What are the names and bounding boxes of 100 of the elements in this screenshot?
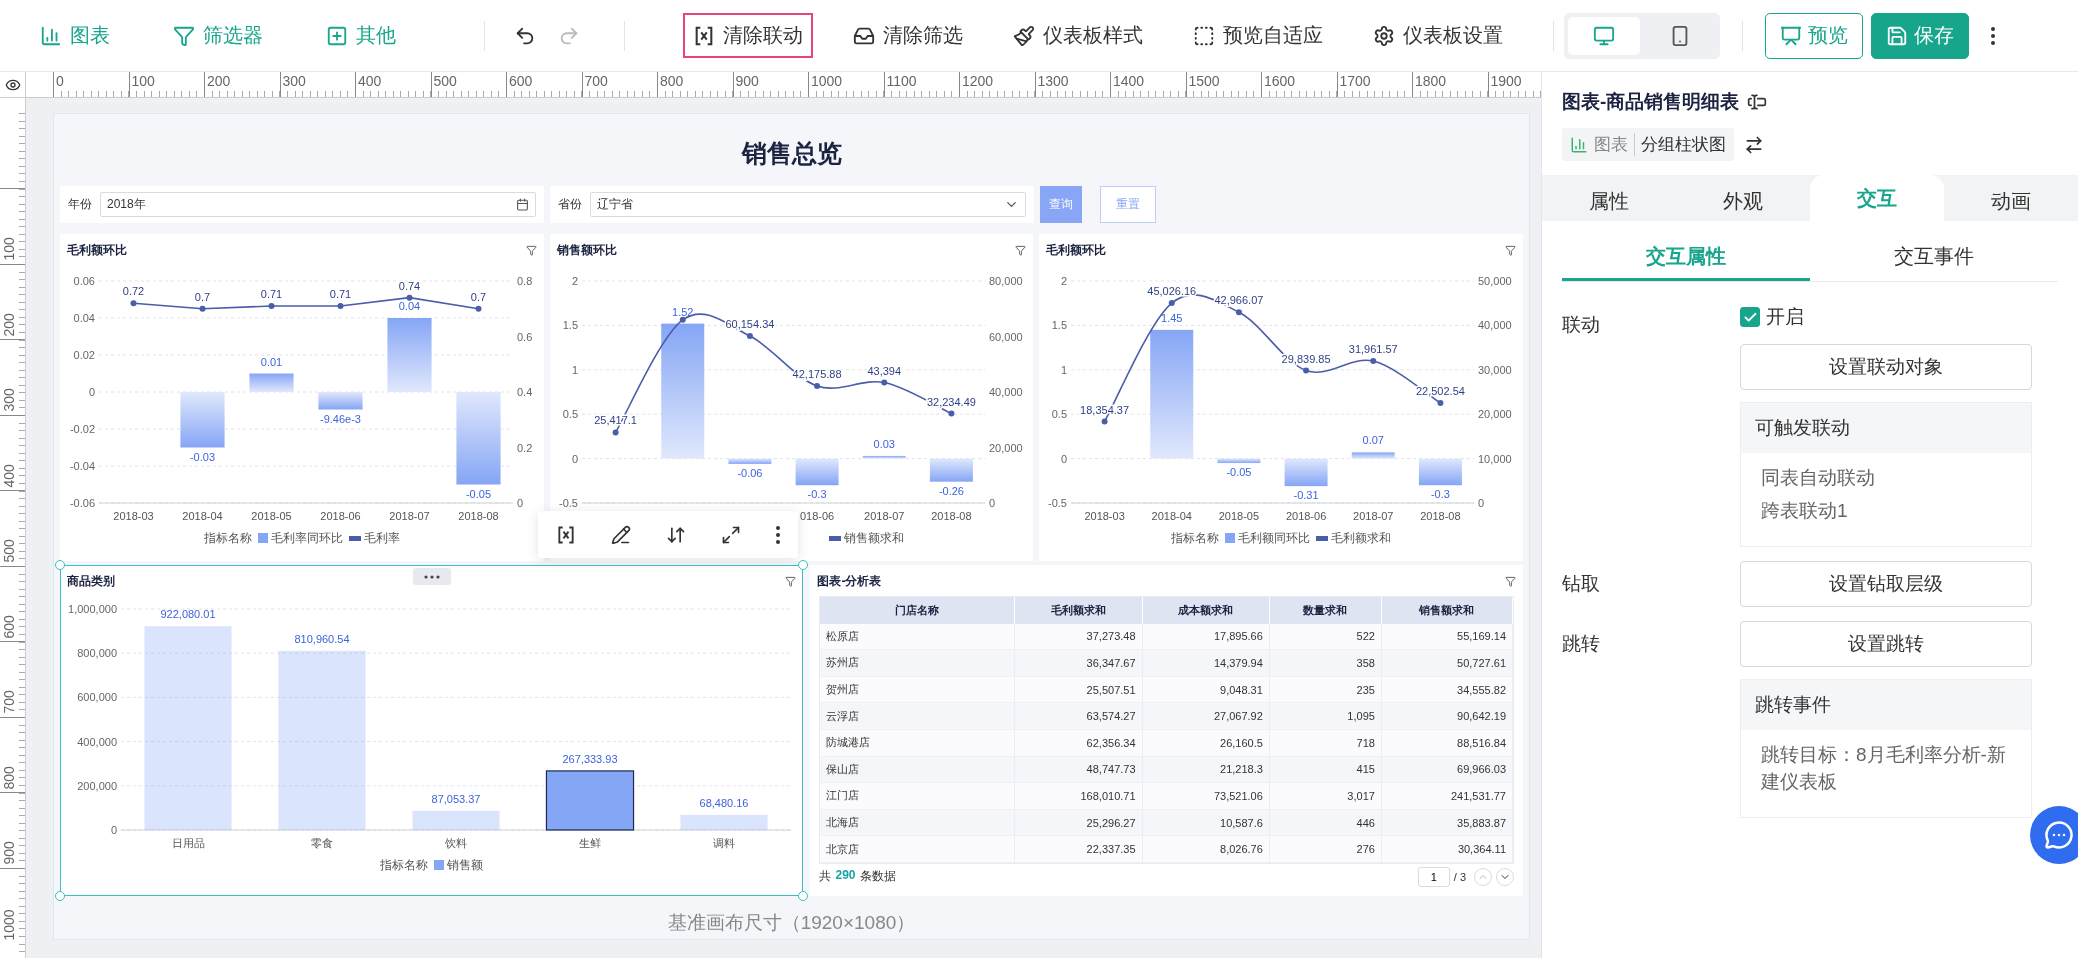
ruler-label: 700 — [0, 689, 18, 716]
chip-label: 分组柱状图 — [1641, 134, 1726, 156]
ruler-label: 1200 — [962, 73, 994, 89]
value-label: -0.3 — [1431, 488, 1451, 501]
axis-label: 2018-07 — [1353, 510, 1394, 522]
axis-label: 0 — [1478, 497, 1485, 509]
table-header-cell[interactable]: 毛利额求和 — [1015, 597, 1143, 624]
table-header-cell[interactable]: 成本额求和 — [1142, 597, 1270, 624]
legend-item[interactable]: 毛利额求和 — [1316, 529, 1392, 547]
axis-label: 600,000 — [77, 691, 117, 704]
chart-icon — [40, 24, 62, 47]
table-header-cell[interactable]: 销售额求和 — [1381, 597, 1513, 624]
settings-button[interactable]: 设置联动对象 — [1740, 344, 2032, 390]
table-cell: 50,727.61 — [1381, 650, 1513, 677]
value-label: 0.7 — [470, 290, 487, 303]
toolbar-button[interactable]: 仪表板设置 — [1363, 13, 1513, 58]
axis-label: 60,000 — [988, 330, 1023, 343]
checkbox[interactable] — [1740, 307, 1760, 327]
table-cell: 1,095 — [1269, 703, 1382, 730]
clear-link-icon — [693, 24, 715, 47]
value-label: 0.71 — [260, 288, 283, 300]
switch-icon[interactable] — [1744, 134, 1764, 155]
table-title: 图表-分析表 — [817, 572, 882, 590]
filter-icon[interactable] — [1505, 575, 1516, 587]
filter-icon[interactable] — [525, 244, 537, 256]
page-input[interactable]: 1 — [1417, 866, 1450, 887]
panel-tab[interactable]: 外观 — [1676, 181, 1810, 221]
toolbar-button[interactable]: 仪表板样式 — [1003, 13, 1153, 58]
select-field[interactable]: 辽宁省 — [590, 192, 1026, 217]
bar — [1352, 452, 1396, 459]
pencil-icon — [610, 524, 631, 545]
value-label: 267,333.93 — [562, 752, 618, 765]
data-point — [130, 300, 137, 307]
axis-label: 0 — [1061, 452, 1068, 465]
ruler-label: 800 — [0, 764, 18, 791]
ruler-label: 1000 — [0, 907, 18, 942]
axis-label: 2018-08 — [1420, 510, 1461, 522]
axis-label: 0.4 — [517, 386, 533, 398]
toolbar-button[interactable]: 预览自适应 — [1183, 13, 1333, 58]
axis-label: 400,000 — [77, 735, 117, 748]
axis-label: 2018-07 — [863, 510, 905, 522]
panel-title: 图表-商品销售明细表 — [1562, 90, 1740, 114]
value-label: 0.01 — [260, 355, 283, 368]
filter-icon[interactable] — [785, 575, 797, 587]
filter-icon[interactable] — [1505, 244, 1516, 256]
canvas-size-caption: 基准画布尺寸（1920×1080） — [666, 911, 917, 935]
legend-item[interactable]: 毛利额同环比 — [1225, 529, 1311, 547]
resize-handle[interactable] — [55, 891, 65, 901]
axis-label: 生鲜 — [579, 837, 601, 849]
panel-tab[interactable]: 动画 — [1944, 181, 2078, 221]
rename-icon[interactable] — [1747, 92, 1768, 112]
bar — [862, 455, 906, 459]
toolbar-button[interactable]: 清除筛选 — [843, 13, 973, 58]
axis-label: 2018-07 — [389, 510, 430, 522]
axis-label: 1 — [1061, 363, 1068, 376]
bar — [1419, 458, 1463, 486]
table-header-cell[interactable]: 门店名称 — [820, 597, 1016, 624]
resize-handle[interactable] — [55, 560, 65, 570]
axis-label: 0.04 — [73, 312, 95, 324]
info-line: 跳转目标：8月毛利率分析-新建仪表板 — [1761, 743, 2007, 794]
axis-label: -0.5 — [1048, 497, 1068, 509]
axis-label: 1,000,000 — [68, 603, 117, 615]
axis-label: 0.5 — [1052, 408, 1068, 421]
table-cell: 3,017 — [1269, 783, 1382, 810]
data-point — [880, 379, 887, 386]
table-cell: 江门店 — [820, 783, 1016, 810]
date-field[interactable]: 2018年 — [100, 192, 536, 217]
settings-button[interactable]: 设置钻取层级 — [1740, 561, 2032, 608]
sub-tab[interactable]: 交互事件 — [1810, 235, 2058, 281]
toolbar-button[interactable]: 清除联动 — [683, 13, 813, 58]
table-header-cell[interactable]: 数量求和 — [1269, 597, 1382, 624]
value-label: 87,053.37 — [431, 792, 481, 805]
drag-handle[interactable] — [412, 568, 451, 585]
ruler-label: 600 — [509, 73, 533, 89]
panel-tab[interactable]: 属性 — [1542, 181, 1676, 221]
resize-handle[interactable] — [798, 891, 809, 901]
resize-handle[interactable] — [798, 560, 809, 570]
table-cell: 276 — [1269, 836, 1382, 863]
page-down-button[interactable] — [1496, 867, 1514, 886]
value-label: 810,960.54 — [294, 632, 350, 645]
total-count: 290 — [835, 868, 856, 885]
legend-item[interactable]: 销售额求和 — [829, 529, 904, 547]
axis-label: 1 — [571, 363, 578, 376]
filter-icon[interactable] — [1015, 244, 1027, 256]
axis-label: 20,000 — [988, 441, 1023, 454]
legend-item[interactable]: 销售额 — [434, 856, 484, 874]
checkbox-label[interactable]: 开启 — [1766, 304, 1804, 330]
filter-label: 年份 — [68, 196, 92, 213]
table-cell: 73,521.06 — [1142, 783, 1270, 810]
ruler-label: 900 — [0, 840, 18, 867]
settings-button[interactable]: 设置跳转 — [1740, 621, 2032, 668]
bar — [318, 392, 363, 410]
calendar-icon — [516, 198, 529, 211]
legend-item[interactable]: 毛利率同环比 — [257, 529, 343, 547]
table-cell: 26,160.5 — [1142, 729, 1270, 757]
legend-item[interactable]: 毛利率 — [348, 529, 400, 547]
chat-icon — [2044, 820, 2074, 850]
axis-label: 2018-05 — [1219, 510, 1260, 522]
settings-icon — [1373, 24, 1395, 47]
desktop-button[interactable] — [1568, 16, 1640, 55]
